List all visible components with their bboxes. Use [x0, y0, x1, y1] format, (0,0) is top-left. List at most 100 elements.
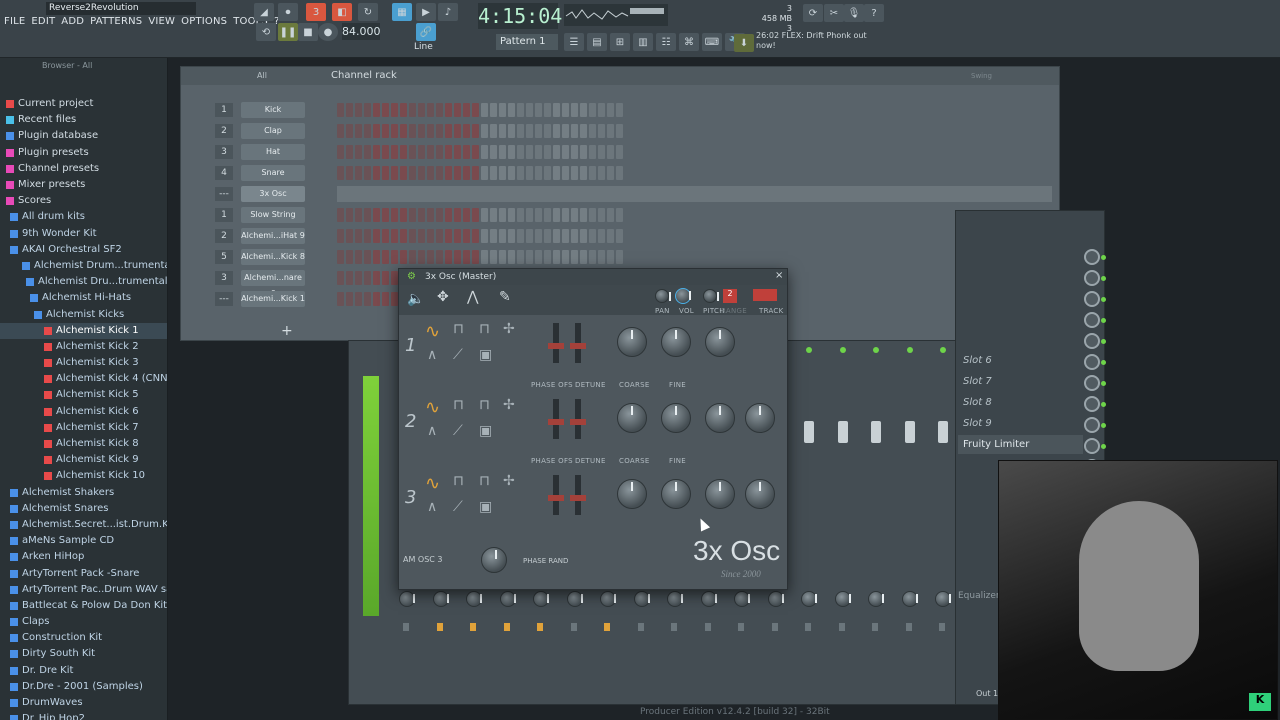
step-button[interactable] [427, 208, 434, 222]
step-button[interactable] [346, 145, 353, 159]
step-button[interactable] [499, 103, 506, 117]
step-button[interactable] [598, 145, 605, 159]
step-button[interactable] [499, 124, 506, 138]
step-button[interactable] [535, 229, 542, 243]
step-button[interactable] [400, 250, 407, 264]
step-button[interactable] [346, 124, 353, 138]
step-button[interactable] [508, 229, 515, 243]
stop-button[interactable]: ■ [298, 23, 318, 41]
step-button[interactable] [616, 145, 623, 159]
step-button[interactable] [553, 145, 560, 159]
step-button[interactable] [517, 208, 524, 222]
browser-item[interactable]: Alchemist Kick 5 [0, 387, 167, 403]
mic-icon[interactable]: 🎙 [844, 4, 864, 22]
step-button[interactable] [355, 124, 362, 138]
download-icon[interactable]: ⬇ [734, 34, 754, 52]
step-button[interactable] [571, 250, 578, 264]
step-button[interactable] [382, 229, 389, 243]
step-button[interactable] [400, 208, 407, 222]
channel-number[interactable]: 1 [215, 102, 233, 117]
step-button[interactable] [535, 250, 542, 264]
slider-handle[interactable] [548, 495, 564, 501]
step-button[interactable] [427, 145, 434, 159]
step-button[interactable] [427, 124, 434, 138]
phase-rand-knob[interactable] [481, 547, 507, 573]
step-button[interactable] [562, 229, 569, 243]
step-button[interactable] [436, 124, 443, 138]
step-button[interactable] [364, 229, 371, 243]
plugin-gear-icon[interactable]: ⚙ [407, 271, 416, 282]
step-button[interactable] [391, 250, 398, 264]
browser-item[interactable]: Current project [0, 96, 167, 112]
route-arrow-icon[interactable] [872, 623, 878, 631]
step-button[interactable] [598, 229, 605, 243]
menu-file[interactable]: FILE [4, 16, 25, 34]
step-button[interactable] [391, 208, 398, 222]
mixer-pan-knob[interactable] [801, 591, 817, 607]
step-button[interactable] [382, 271, 389, 285]
step-button[interactable] [535, 208, 542, 222]
step-button[interactable] [418, 124, 425, 138]
step-button[interactable] [517, 250, 524, 264]
step-button[interactable] [490, 166, 497, 180]
step-button[interactable] [616, 103, 623, 117]
step-button[interactable] [382, 250, 389, 264]
pause-button[interactable]: ❚❚ [278, 23, 298, 41]
step-button[interactable] [445, 145, 452, 159]
step-button[interactable] [400, 124, 407, 138]
browser-item[interactable]: Dirty South Kit [0, 646, 167, 662]
channel-row[interactable]: 2 Alchemi...iHat 9 [187, 226, 623, 245]
menu-add[interactable]: ADD [61, 16, 84, 34]
step-button[interactable] [553, 250, 560, 264]
slot-mix-knob[interactable] [1084, 291, 1100, 307]
step-button[interactable] [346, 250, 353, 264]
step-button[interactable] [346, 103, 353, 117]
step-button[interactable] [427, 166, 434, 180]
step-button[interactable] [382, 124, 389, 138]
tempo-display[interactable]: 84.000 [342, 23, 381, 40]
slot-fruity-limiter[interactable]: Fruity Limiter [958, 435, 1083, 454]
step-button[interactable] [472, 208, 479, 222]
step-button[interactable] [400, 103, 407, 117]
slot-7[interactable]: Slot 7 [958, 372, 1083, 391]
mixer-enable-led[interactable] [940, 347, 946, 353]
slider-handle[interactable] [570, 419, 586, 425]
metronome-icon[interactable]: ♪ [438, 3, 458, 21]
mixer-pan-knob[interactable] [466, 591, 482, 607]
slider-handle[interactable] [548, 419, 564, 425]
step-button[interactable] [400, 229, 407, 243]
mixer-pan-knob[interactable] [432, 591, 449, 607]
browser-item[interactable]: aMeNs Sample CD [0, 533, 167, 549]
browser-item[interactable]: Channel presets [0, 161, 167, 177]
pattern-selector[interactable]: Pattern 1 [496, 34, 558, 50]
step-button[interactable] [580, 250, 587, 264]
step-button[interactable] [607, 208, 614, 222]
step-button[interactable] [517, 229, 524, 243]
step-button[interactable] [436, 250, 443, 264]
browser-item[interactable]: Alchemist Kick 1 [0, 322, 167, 339]
step-button[interactable] [373, 208, 380, 222]
mixer-pan-knob[interactable] [868, 591, 884, 607]
step-button[interactable] [544, 166, 551, 180]
step-button[interactable] [355, 292, 362, 306]
channel-name-button[interactable]: Slow String [241, 206, 305, 223]
slot-mix-knob[interactable] [1084, 396, 1100, 412]
step-button[interactable] [571, 124, 578, 138]
touch-keyboard-icon[interactable]: ⌨ [702, 33, 722, 51]
menu-view[interactable]: VIEW [148, 16, 175, 34]
step-button[interactable] [337, 103, 344, 117]
step-button[interactable] [409, 166, 416, 180]
step-button[interactable] [490, 250, 497, 264]
pulse-wave-icon[interactable]: ⊓ [479, 397, 490, 413]
mixer-pan-knob[interactable] [700, 591, 717, 607]
custom-wave-icon[interactable]: ▣ [479, 347, 492, 363]
output-select[interactable]: Out 1 [976, 689, 998, 698]
step-button[interactable] [400, 145, 407, 159]
channel-rack-icon[interactable]: ▥ [633, 33, 653, 51]
step-button[interactable] [481, 229, 488, 243]
browser-item[interactable]: AKAI Orchestral SF2 [0, 242, 167, 258]
mixer-icon[interactable]: ☷ [656, 33, 676, 51]
browser-item[interactable]: Alchemist Kick 7 [0, 420, 167, 436]
channel-row[interactable]: 5 Alchemi...Kick 8 [187, 247, 623, 266]
mixer-pan-knob[interactable] [633, 591, 650, 607]
